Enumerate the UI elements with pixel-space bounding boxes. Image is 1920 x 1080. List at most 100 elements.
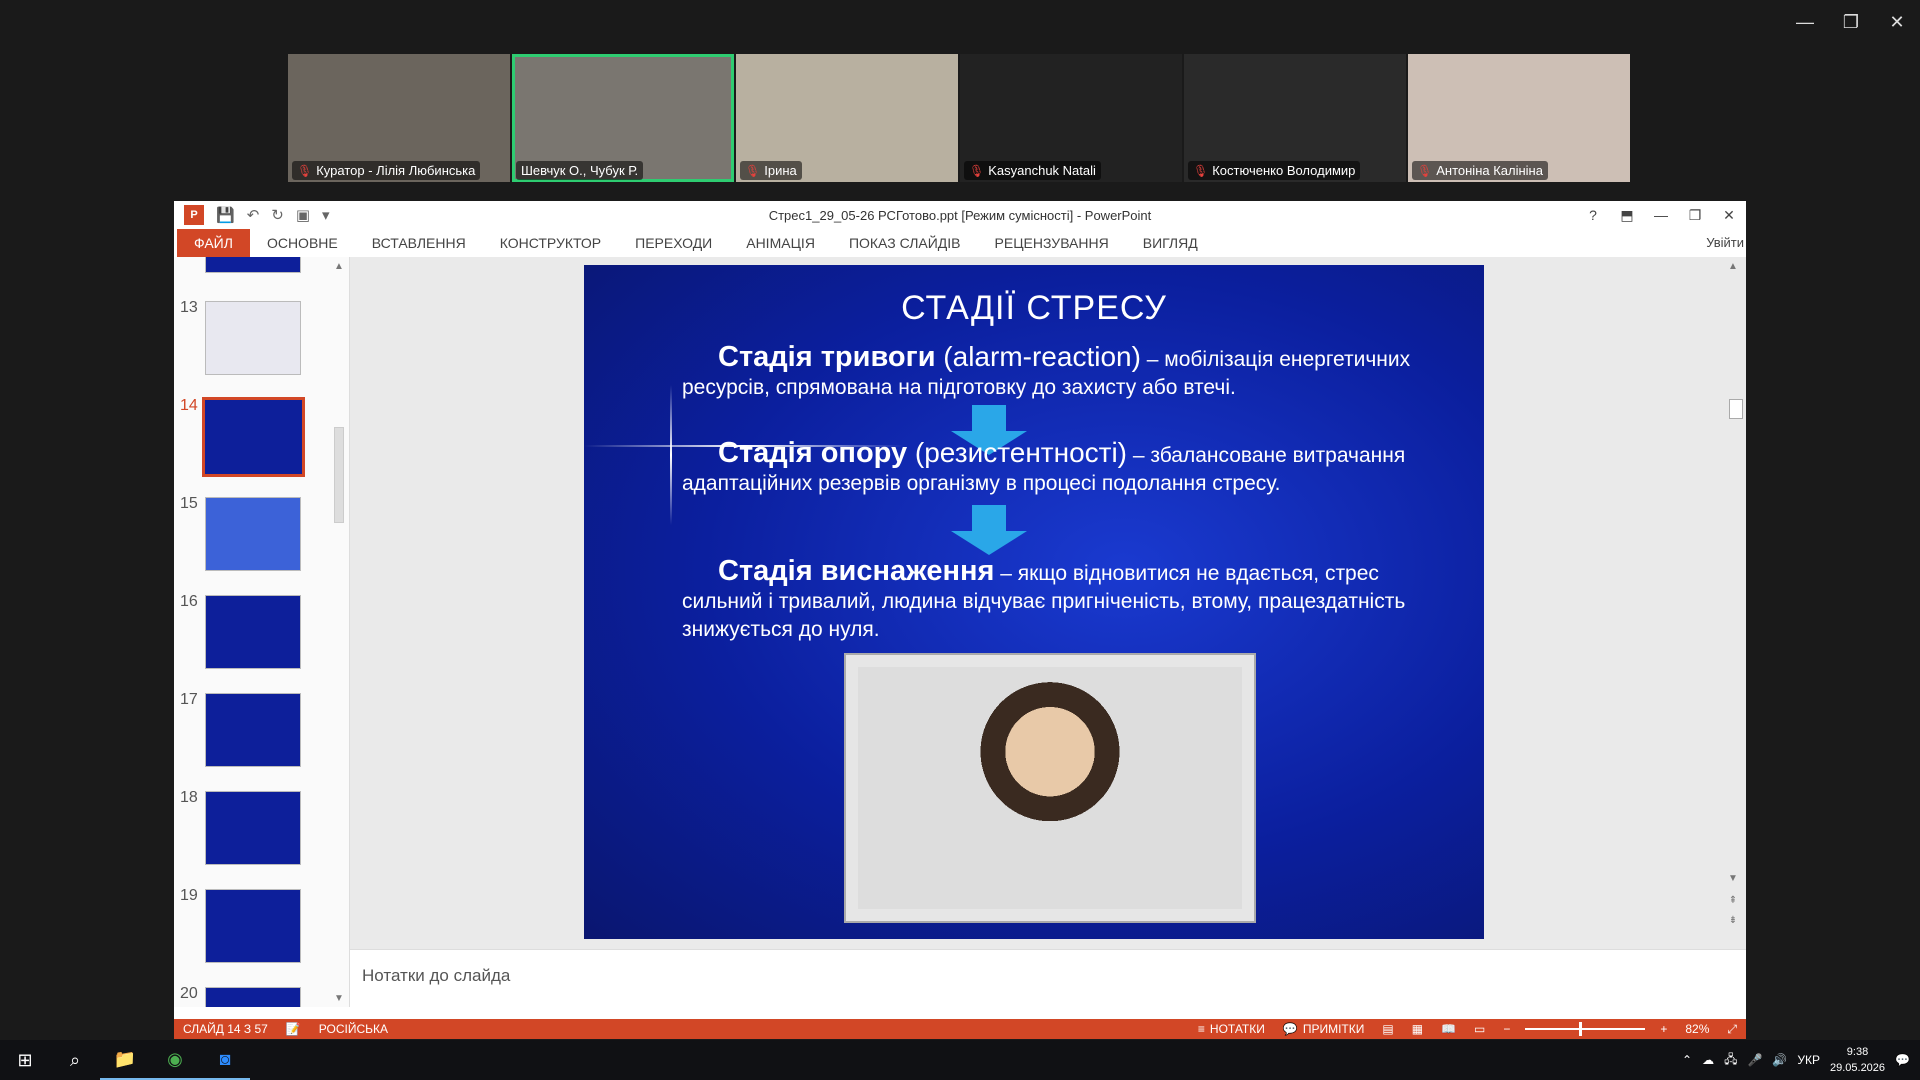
participant-name: Kasyanchuk Natali bbox=[988, 163, 1096, 178]
mic-muted-icon: 🎙 bbox=[969, 163, 985, 178]
zoom-level[interactable]: 82% bbox=[1676, 1019, 1718, 1039]
zoom-in-icon[interactable]: + bbox=[1651, 1019, 1676, 1039]
tab-transitions[interactable]: ПЕРЕХОДИ bbox=[618, 229, 729, 257]
fit-to-window-icon[interactable]: ⤢ bbox=[1718, 1019, 1746, 1039]
slideshow-icon[interactable]: ▭ bbox=[1465, 1019, 1494, 1039]
start-from-beginning-icon[interactable]: ▣ bbox=[296, 206, 310, 224]
scroll-up-icon[interactable]: ▲ bbox=[330, 257, 348, 275]
spellcheck-icon[interactable]: 📝 bbox=[286, 1022, 301, 1036]
previous-slide-icon[interactable]: ⇞ bbox=[1724, 891, 1742, 909]
language-indicator[interactable]: РОСІЙСЬКА bbox=[310, 1019, 397, 1039]
zoom-slider[interactable] bbox=[1525, 1022, 1646, 1036]
scroll-up-icon[interactable]: ▲ bbox=[1724, 257, 1742, 275]
stage-heading: Стадія тривоги bbox=[718, 341, 936, 373]
slide-thumbnail[interactable] bbox=[174, 257, 324, 277]
participant-tile[interactable]: 🎙 Антоніна Калініна bbox=[1408, 54, 1630, 182]
slide-thumbnail-pane: 13 14 15 16 17 18 19 20 ▲ ▼ bbox=[174, 257, 350, 1007]
reading-view-icon[interactable]: 📖 bbox=[1432, 1019, 1465, 1039]
thumbnail-image bbox=[205, 889, 301, 963]
customize-qat-icon[interactable]: ▾ bbox=[322, 206, 330, 224]
notes-placeholder: Нотатки до слайда bbox=[362, 966, 511, 985]
tab-animations[interactable]: АНІМАЦІЯ bbox=[729, 229, 832, 257]
restore-icon[interactable]: ❐ bbox=[1678, 201, 1712, 229]
participant-name: Ірина bbox=[764, 163, 797, 178]
mic-muted-icon: 🎙 bbox=[297, 163, 313, 178]
status-bar: СЛАЙД 14 З 57 📝 РОСІЙСЬКА ≡ НОТАТКИ 💬 ПРИМ… bbox=[174, 1019, 1746, 1039]
down-arrow-head bbox=[951, 531, 1027, 555]
participant-name: Шевчук О., Чубук Р. bbox=[521, 163, 639, 178]
windows-start-icon[interactable]: ⊞ bbox=[0, 1040, 50, 1080]
system-tray: ⌃ ☁ 🖧 🎤 🔊 УКР 9:38 29.05.2026 💬 bbox=[1682, 1040, 1920, 1080]
ribbon-display-icon[interactable]: ⬒ bbox=[1610, 201, 1644, 229]
redo-icon[interactable]: ↻ bbox=[271, 206, 284, 224]
search-icon[interactable]: ⌕ bbox=[50, 1040, 100, 1080]
participant-tile[interactable]: 🎙 Ірина bbox=[736, 54, 958, 182]
stressed-man-photo[interactable] bbox=[844, 653, 1256, 923]
tab-home[interactable]: ОСНОВНЕ bbox=[250, 229, 355, 257]
slide-scrollbar[interactable]: ▲ ▼ ⇞ ⇟ bbox=[1724, 257, 1746, 947]
undo-icon[interactable]: ↶ bbox=[247, 206, 260, 224]
zoom-icon[interactable]: ◙ bbox=[200, 1040, 250, 1080]
thumbnail-image bbox=[205, 595, 301, 669]
stage-heading: Стадія виснаження bbox=[718, 555, 995, 587]
comment-icon: 💬 bbox=[1282, 1022, 1298, 1036]
scroll-down-icon[interactable]: ▼ bbox=[330, 989, 348, 1007]
notifications-icon[interactable]: 💬 bbox=[1895, 1053, 1910, 1067]
slide-paragraph-1: Стадія тривоги (alarm-reaction) – мобілі… bbox=[682, 341, 1411, 400]
tab-file[interactable]: ФАЙЛ bbox=[177, 229, 250, 257]
tab-view[interactable]: ВИГЛЯД bbox=[1126, 229, 1215, 257]
thumbnail-scrollbar[interactable]: ▲ ▼ bbox=[330, 257, 348, 1007]
help-icon[interactable]: ? bbox=[1576, 201, 1610, 229]
slide-thumbnail[interactable]: 15 bbox=[174, 495, 324, 575]
notes-button[interactable]: ≡ НОТАТКИ bbox=[1189, 1019, 1274, 1039]
close-icon[interactable]: ✕ bbox=[1874, 0, 1920, 44]
clock[interactable]: 9:38 29.05.2026 bbox=[1830, 1044, 1885, 1076]
participant-tile-active[interactable]: Шевчук О., Чубук Р. bbox=[512, 54, 734, 182]
save-icon[interactable]: 💾 bbox=[216, 206, 235, 224]
network-icon[interactable]: 🖧 bbox=[1724, 1050, 1737, 1071]
tab-review[interactable]: РЕЦЕНЗУВАННЯ bbox=[978, 229, 1126, 257]
chrome-icon[interactable]: ◉ bbox=[150, 1040, 200, 1080]
participant-tile[interactable]: 🎙 Костюченко Володимир bbox=[1184, 54, 1406, 182]
slide-thumbnail[interactable]: 20 bbox=[174, 985, 324, 1007]
close-icon[interactable]: ✕ bbox=[1712, 201, 1746, 229]
onedrive-icon[interactable]: ☁ bbox=[1702, 1053, 1714, 1067]
participant-strip: 🎙 Куратор - Лілія Любинська Шевчук О., Чу… bbox=[288, 54, 1630, 182]
microphone-icon[interactable]: 🎤 bbox=[1747, 1053, 1762, 1067]
tab-design[interactable]: КОНСТРУКТОР bbox=[483, 229, 618, 257]
sign-in-link[interactable]: Увійти bbox=[1706, 235, 1744, 250]
tab-insert[interactable]: ВСТАВЛЕННЯ bbox=[355, 229, 483, 257]
slide-canvas[interactable]: СТАДІЇ СТРЕСУ Стадія тривоги (alarm-reac… bbox=[584, 265, 1484, 939]
volume-icon[interactable]: 🔊 bbox=[1772, 1053, 1787, 1067]
show-hidden-icons-icon[interactable]: ⌃ bbox=[1682, 1053, 1692, 1067]
participant-tile[interactable]: 🎙 Куратор - Лілія Любинська bbox=[288, 54, 510, 182]
normal-view-icon[interactable]: ▤ bbox=[1373, 1019, 1402, 1039]
next-slide-icon[interactable]: ⇟ bbox=[1724, 911, 1742, 929]
comments-button[interactable]: 💬 ПРИМІТКИ bbox=[1274, 1019, 1373, 1039]
slide-sorter-icon[interactable]: ▦ bbox=[1403, 1019, 1432, 1039]
lens-flare bbox=[670, 385, 672, 525]
slide-paragraph-3: Стадія виснаження – якщо відновитися не … bbox=[682, 555, 1406, 642]
minimize-icon[interactable]: — bbox=[1644, 201, 1678, 229]
restore-icon[interactable]: ❐ bbox=[1828, 0, 1874, 44]
keyboard-language[interactable]: УКР bbox=[1797, 1053, 1820, 1067]
slide-thumbnail[interactable]: 18 bbox=[174, 789, 324, 869]
slide-thumbnail-selected[interactable]: 14 bbox=[174, 397, 324, 477]
minimize-icon[interactable]: — bbox=[1782, 0, 1828, 44]
scroll-down-icon[interactable]: ▼ bbox=[1724, 869, 1742, 887]
powerpoint-logo-icon: P bbox=[184, 205, 204, 225]
participant-tile[interactable]: 🎙 Kasyanchuk Natali bbox=[960, 54, 1182, 182]
taskbar: ⊞ ⌕ 📁 ◉ ◙ ⌃ ☁ 🖧 🎤 🔊 УКР 9:38 29.05.2026 … bbox=[0, 1040, 1920, 1080]
slide-thumbnail[interactable]: 16 bbox=[174, 593, 324, 673]
scroll-thumb[interactable] bbox=[1729, 399, 1743, 419]
zoom-out-icon[interactable]: − bbox=[1494, 1019, 1519, 1039]
scroll-thumb[interactable] bbox=[334, 427, 344, 523]
file-explorer-icon[interactable]: 📁 bbox=[100, 1040, 150, 1080]
tab-slideshow[interactable]: ПОКАЗ СЛАЙДІВ bbox=[832, 229, 978, 257]
slide-thumbnail[interactable]: 17 bbox=[174, 691, 324, 771]
slide-thumbnail[interactable]: 19 bbox=[174, 887, 324, 967]
window-controls: — ❐ ✕ bbox=[1782, 0, 1920, 44]
slide-thumbnail[interactable]: 13 bbox=[174, 299, 324, 379]
mic-muted-icon: 🎙 bbox=[1417, 163, 1433, 178]
notes-pane[interactable]: Нотатки до слайда bbox=[350, 949, 1746, 1007]
